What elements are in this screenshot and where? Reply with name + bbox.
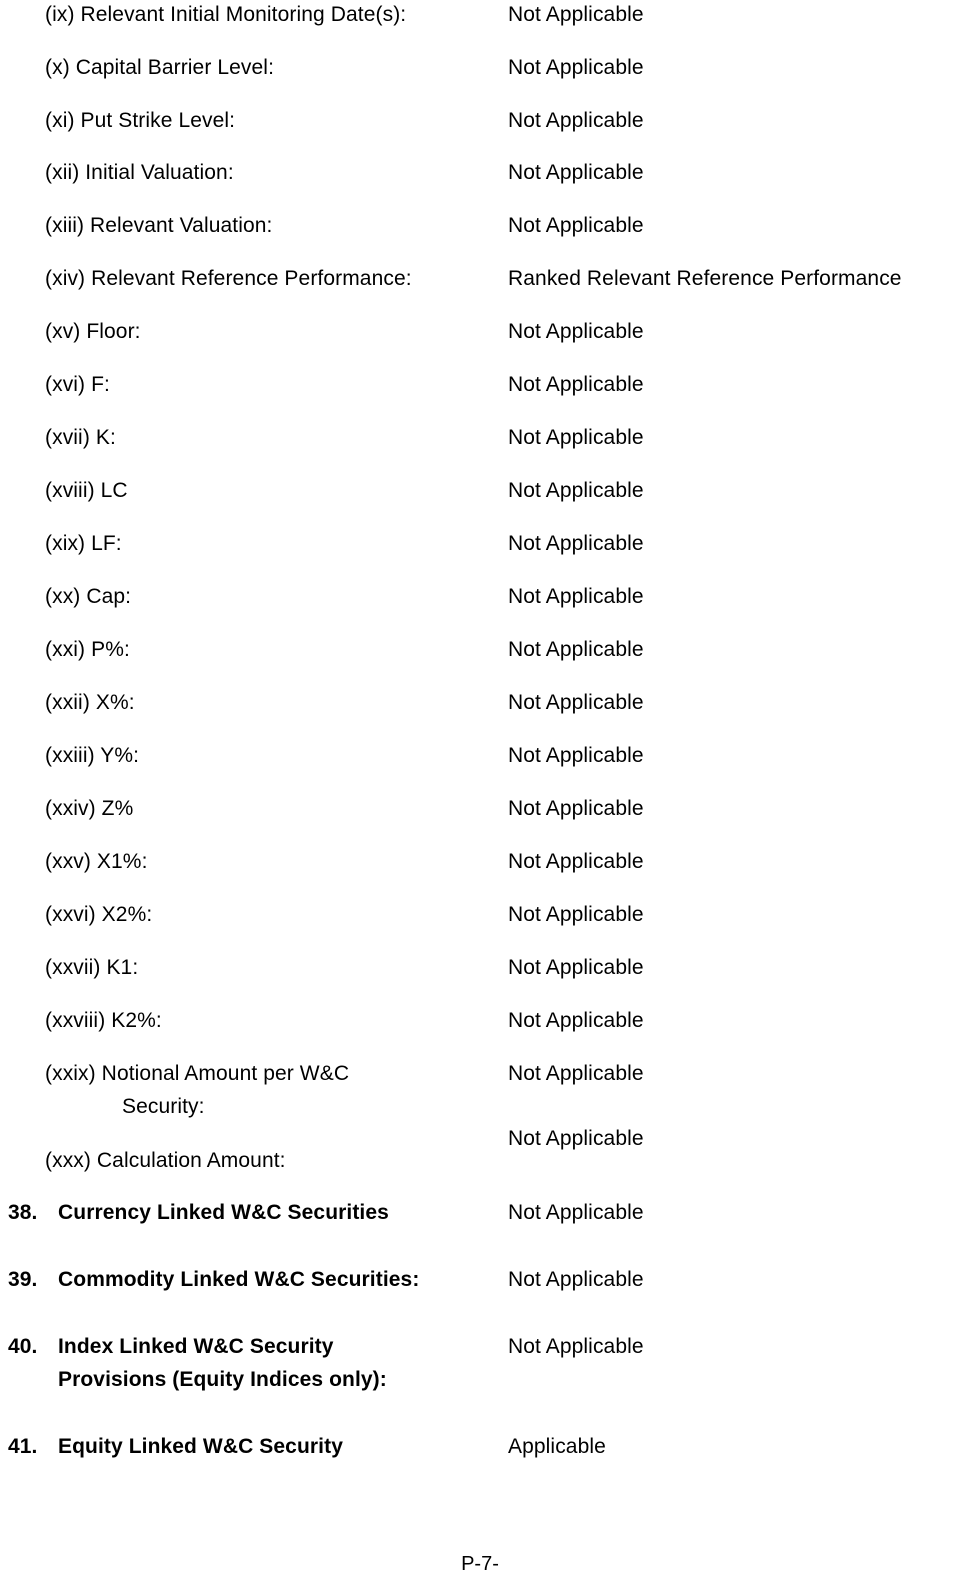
item-number: 41.	[8, 1435, 38, 1458]
sub-item-value: Not Applicable	[508, 797, 644, 820]
sub-item-value: Not Applicable	[508, 109, 644, 132]
sub-item-label: (xxv) X1%:	[45, 850, 148, 873]
sub-item-value: Not Applicable	[508, 585, 644, 608]
sub-item-label: (xxiii) Y%:	[45, 744, 140, 767]
sub-item-label: (ix) Relevant Initial Monitoring Date(s)…	[45, 3, 407, 26]
sub-item-value: Not Applicable	[508, 638, 644, 661]
calculation-value: Not Applicable	[508, 1127, 644, 1150]
sub-item-value: Not Applicable	[508, 744, 644, 767]
sub-item-value: Not Applicable	[508, 426, 644, 449]
item-label-line1: Equity Linked W&C Security	[58, 1435, 343, 1458]
sub-item-label: (x) Capital Barrier Level:	[45, 56, 275, 79]
sub-item-label: (xix) LF:	[45, 532, 122, 555]
notional-label-line1: (xxix) Notional Amount per W&C	[45, 1062, 350, 1085]
sub-item-value: Not Applicable	[508, 850, 644, 873]
sub-item-label: (xiii) Relevant Valuation:	[45, 214, 273, 237]
sub-item-label: (xvi) F:	[45, 373, 110, 396]
item-number: 39.	[8, 1268, 38, 1291]
sub-item-label: (xxiv) Z%	[45, 797, 134, 820]
sub-item-label: (xxviii) K2%:	[45, 1009, 162, 1032]
sub-item-label: (xii) Initial Valuation:	[45, 161, 234, 184]
sub-item-value: Not Applicable	[508, 214, 644, 237]
item-label-line2: Provisions (Equity Indices only):	[58, 1368, 387, 1391]
sub-item-label: (xvii) K:	[45, 426, 116, 449]
item-value: Not Applicable	[508, 1335, 644, 1358]
sub-item-value: Not Applicable	[508, 532, 644, 555]
item-label-line1: Commodity Linked W&C Securities:	[58, 1268, 420, 1291]
sub-item-value: Not Applicable	[508, 161, 644, 184]
item-value: Not Applicable	[508, 1201, 644, 1224]
sub-item-value: Not Applicable	[508, 903, 644, 926]
page-footer: P-7-	[461, 1553, 499, 1575]
calculation-label: (xxx) Calculation Amount:	[45, 1149, 286, 1172]
item-label-line1: Currency Linked W&C Securities	[58, 1201, 389, 1224]
sub-item-value: Ranked Relevant Reference Performance	[508, 267, 902, 290]
notional-label-line2: Security:	[122, 1095, 205, 1118]
sub-item-label: (xi) Put Strike Level:	[45, 109, 236, 132]
sub-item-label: (xv) Floor:	[45, 320, 141, 343]
sub-item-label: (xxvi) X2%:	[45, 903, 153, 926]
sub-item-label: (xxvii) K1:	[45, 956, 139, 979]
sub-item-label: (xx) Cap:	[45, 585, 132, 608]
sub-item-value: Not Applicable	[508, 373, 644, 396]
sub-item-value: Not Applicable	[508, 479, 644, 502]
sub-item-label: (xviii) LC	[45, 479, 128, 502]
notional-value: Not Applicable	[508, 1062, 644, 1085]
item-label-line1: Index Linked W&C Security	[58, 1335, 334, 1358]
sub-item-value: Not Applicable	[508, 1009, 644, 1032]
sub-item-value: Not Applicable	[508, 56, 644, 79]
sub-item-label: (xxi) P%:	[45, 638, 130, 661]
sub-item-value: Not Applicable	[508, 956, 644, 979]
sub-item-value: Not Applicable	[508, 320, 644, 343]
sub-item-value: Not Applicable	[508, 691, 644, 714]
item-number: 38.	[8, 1201, 38, 1224]
item-number: 40.	[8, 1335, 38, 1358]
sub-item-value: Not Applicable	[508, 3, 644, 26]
document-page: (ix) Relevant Initial Monitoring Date(s)…	[0, 0, 960, 1589]
item-value: Not Applicable	[508, 1268, 644, 1291]
sub-item-label: (xiv) Relevant Reference Performance:	[45, 267, 412, 290]
sub-item-label: (xxii) X%:	[45, 691, 135, 714]
item-value: Applicable	[508, 1435, 606, 1458]
